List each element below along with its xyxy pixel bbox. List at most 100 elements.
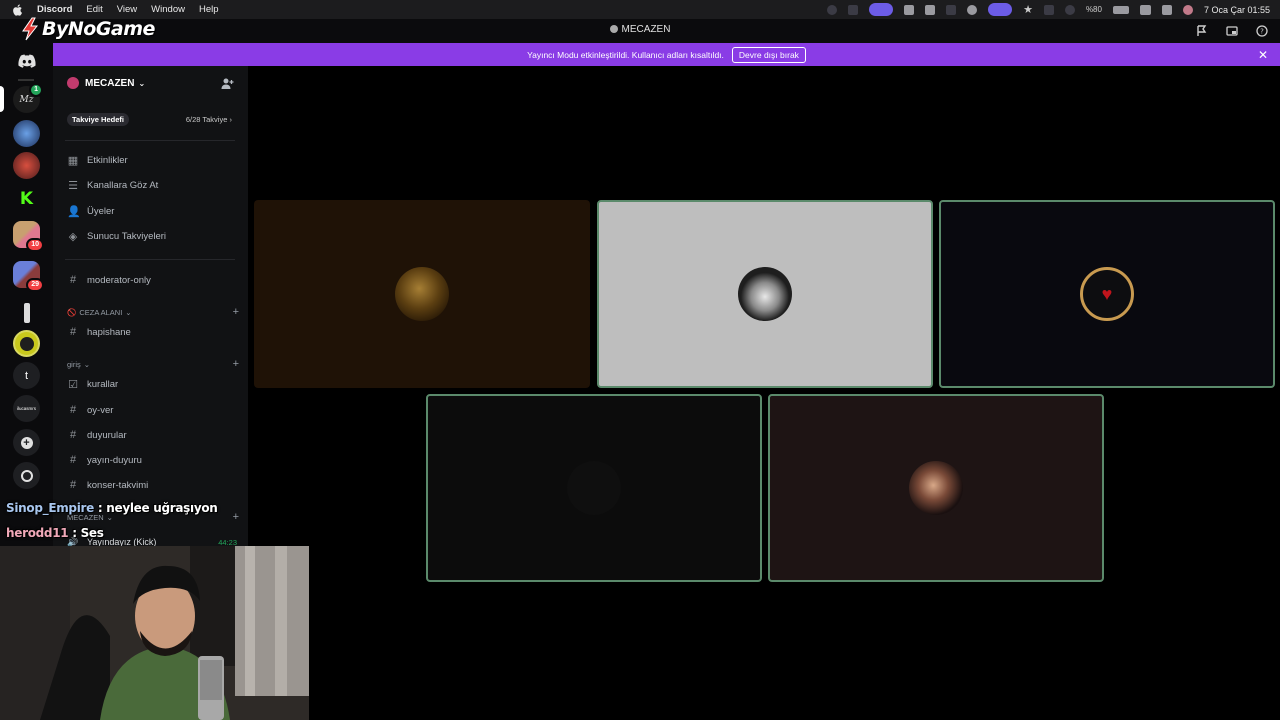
tray-star-icon[interactable]: ★ [1023,3,1033,16]
window-title-text: MECAZEN [621,24,671,35]
streamer-mode-banner: Yayıncı Modu etkinleştirildi. Kullanıcı … [53,43,1280,66]
close-icon[interactable]: ✕ [1258,48,1268,62]
participant-tile-speaking[interactable]: ♥ [939,200,1275,388]
server-t[interactable]: t [13,362,40,389]
divider [65,259,235,260]
channel-label: yayın-duyuru [87,454,142,466]
tray-display-icon[interactable] [904,4,915,15]
wifi-icon[interactable] [1139,4,1151,15]
menu-edit[interactable]: Edit [86,4,102,15]
add-server-button[interactable]: + [13,429,40,456]
explore-button[interactable] [13,462,40,489]
menu-view[interactable]: View [117,4,137,15]
chat-message: Sinop_Empire : neylee uğraşıyon [6,501,218,515]
nav-events[interactable]: ▦ Etkinlikler [67,151,128,169]
compass-icon [20,469,33,482]
user-avatar-icon[interactable] [1182,4,1193,15]
battery-icon[interactable] [1112,5,1129,14]
tray-dot-icon[interactable] [827,4,838,15]
window-title: MECAZEN [0,24,1280,35]
server-3[interactable] [13,152,40,179]
nav-browse-channels[interactable]: ☰ Kanallara Göz At [67,176,158,194]
nav-browse-label: Kanallara Göz At [87,179,159,191]
server-8[interactable] [13,330,40,357]
create-channel-plus-icon[interactable]: + [233,358,239,370]
divider [65,140,235,141]
tray-mirror-icon[interactable] [988,3,1013,16]
avatar: ♥ [1080,267,1134,321]
boost-goal-bar[interactable]: Takviye Hedefi 6/28 Takviye › [61,110,238,128]
channel-label: kurallar [87,378,119,390]
channel-yayin-duyuru[interactable]: # yayın-duyuru [67,451,142,469]
server-t-label: t [24,369,29,382]
channel-hapishane[interactable]: # hapishane [67,323,131,341]
flag-icon[interactable] [1196,24,1208,36]
tray-play-icon[interactable] [967,4,978,15]
plus-icon: + [20,436,33,449]
titlebar-actions: ? [1196,24,1268,37]
tray-box-icon[interactable] [1043,4,1054,15]
battery-percent: %80 [1085,5,1102,14]
macos-menubar: Discord Edit View Window Help ★ %80 7 Oc… [0,0,1280,19]
mention-badge: 29 [26,278,44,292]
server-kick[interactable]: K [13,185,40,212]
server-mecazen[interactable]: Mz 1 [13,83,43,113]
browse-channels-icon: ☰ [68,179,78,192]
create-channel-plus-icon[interactable]: + [233,306,239,318]
guild-header[interactable]: MECAZEN ⌄ [53,66,248,100]
channel-moderator-only[interactable]: # moderator-only [67,271,151,289]
create-channel-plus-icon[interactable]: + [233,511,239,523]
server-2[interactable] [13,120,40,147]
channel-oy-ver[interactable]: # oy-ver [67,401,113,419]
server-7[interactable] [13,299,40,326]
webcam-overlay [0,546,309,720]
figure-icon [23,302,30,323]
category-label: giriş [67,359,81,369]
nav-members[interactable]: 👤 Üyeler [67,202,114,220]
category-ceza-alani[interactable]: 🚫 CEZA ALANI ⌄ + [67,305,239,319]
avatar [738,267,792,321]
chat-username: Sinop_Empire [6,501,94,515]
category-giris[interactable]: giriş ⌄ + [67,357,239,371]
menu-window[interactable]: Window [151,4,185,15]
chat-username: herodd11 [6,526,69,540]
invite-people-icon[interactable] [221,77,234,90]
guild-icon [67,77,79,89]
hashtag-icon: # [69,274,77,286]
server-10-label: ilucasmrs [16,406,36,411]
webcam-feed [0,546,309,720]
category-label: CEZA ALANI [79,307,123,317]
tray-folder-icon[interactable] [925,4,936,15]
participant-tile-speaking[interactable] [597,200,933,388]
tray-crop-icon[interactable] [848,4,859,15]
disable-streamer-mode-button[interactable]: Devre dışı bırak [731,46,806,63]
notification-badge: 1 [29,83,43,97]
voice-stage: ♥ [248,66,1280,720]
menu-app-discord[interactable]: Discord [37,4,72,15]
server-10[interactable]: ilucasmrs [13,395,40,422]
participant-tile[interactable] [254,200,590,388]
participant-tile-speaking[interactable] [768,394,1104,582]
server-divider [18,79,34,81]
server-folder-1[interactable]: 10 [13,221,44,252]
chat-message: herodd11 : Ses [6,526,104,540]
server-folder-2[interactable]: 29 [13,261,44,292]
clock[interactable]: 7 Oca Çar 01:55 [1204,5,1270,15]
menu-help[interactable]: Help [199,4,219,15]
nav-server-boosts[interactable]: ◈ Sunucu Takviyeleri [67,227,166,245]
bynogame-text: ByNoGame [42,18,155,40]
window-screen-icon[interactable] [1226,24,1238,36]
tray-battery-small-icon[interactable] [946,4,957,15]
channel-kurallar[interactable]: ☑ kurallar [67,375,118,393]
participant-tile-speaking[interactable] [426,394,762,582]
channel-konser-takvimi[interactable]: # konser-takvimi [67,476,148,494]
help-icon[interactable]: ? [1256,24,1268,37]
control-center-icon[interactable] [1161,4,1172,15]
mask-icon [19,336,34,351]
tray-screen-icon[interactable] [869,3,894,16]
apple-icon[interactable] [12,4,23,16]
tray-circle-icon[interactable] [1064,4,1075,15]
channel-duyurular[interactable]: # duyurular [67,426,127,444]
direct-messages-button[interactable] [13,47,40,74]
chevron-down-icon: ⌄ [125,307,132,317]
